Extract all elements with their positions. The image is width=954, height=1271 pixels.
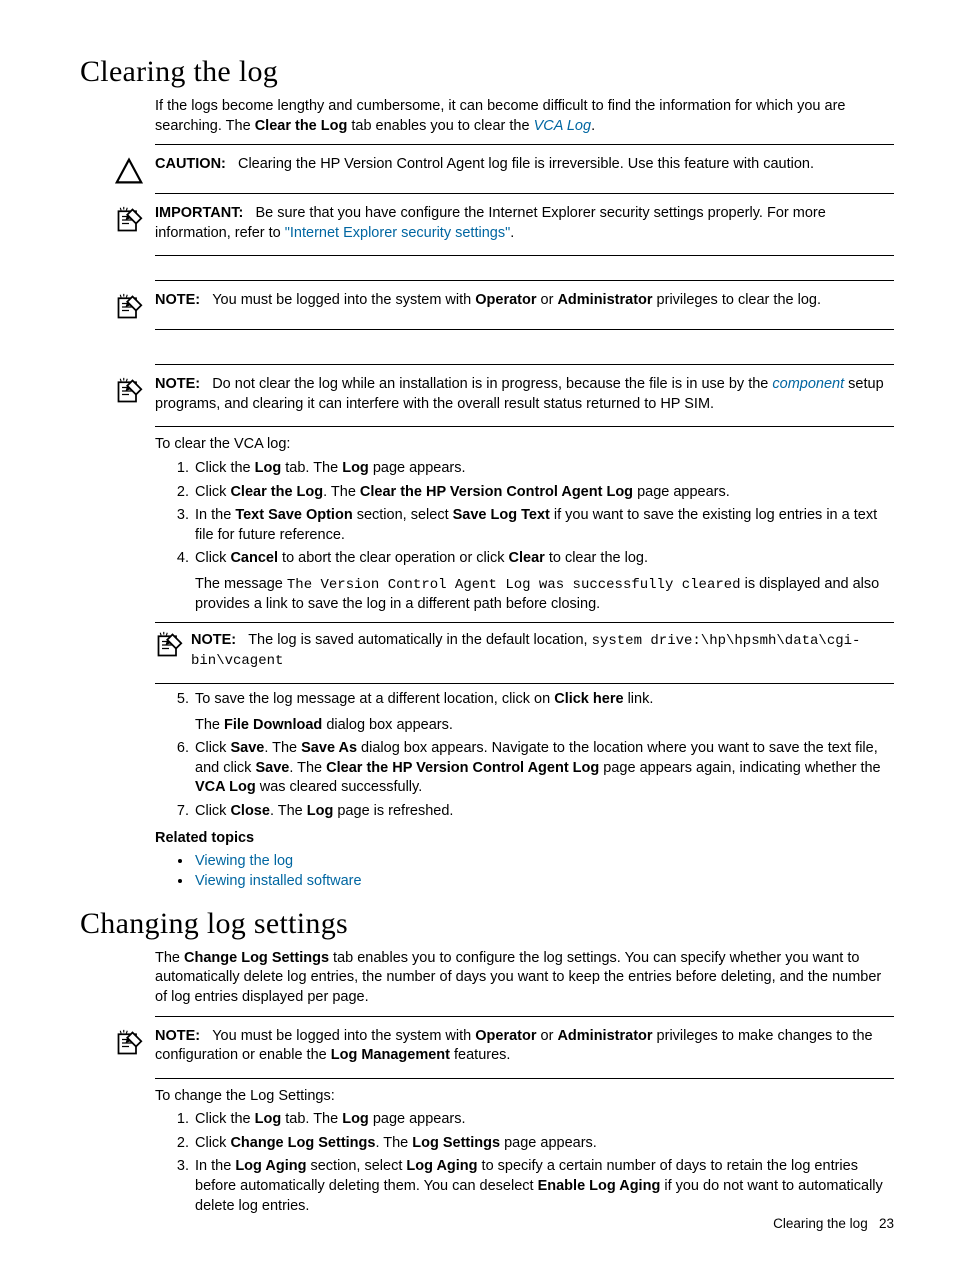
text: . (510, 225, 514, 241)
viewing-software-link[interactable]: Viewing installed software (195, 873, 362, 889)
text: Do not clear the log while an installati… (212, 376, 772, 392)
step-2: Click Clear the Log. The Clear the HP Ve… (193, 483, 894, 503)
to-clear-heading: To clear the VCA log: (155, 435, 894, 455)
divider (155, 144, 894, 145)
related-topics-heading: Related topics (155, 829, 894, 849)
inner-note-callout: NOTE: The log is saved automatically in … (155, 631, 894, 675)
note-label: NOTE: (155, 1028, 200, 1044)
caution-callout: CAUTION: Clearing the HP Version Control… (60, 155, 894, 185)
footer-text: Clearing the log (773, 1216, 868, 1231)
text: You must be logged into the system with (212, 292, 475, 308)
note-icon (115, 1029, 143, 1057)
note-icon (115, 377, 143, 405)
divider (155, 329, 894, 330)
step-4: Click Cancel to abort the clear operatio… (193, 549, 894, 684)
note1-callout: NOTE: You must be logged into the system… (60, 291, 894, 321)
component-link[interactable]: component (772, 376, 844, 392)
step-2: Click Change Log Settings. The Log Setti… (193, 1134, 894, 1154)
step-7: Click Close. The Log page is refreshed. (193, 802, 894, 822)
divider (155, 683, 894, 684)
ie-security-link[interactable]: "Internet Explorer security settings" (285, 225, 510, 241)
code-text: The Version Control Agent Log was succes… (287, 577, 741, 593)
page-footer: Clearing the log 23 (773, 1216, 894, 1231)
steps-list-2: Click the Log tab. The Log page appears.… (155, 1110, 894, 1216)
steps-list: Click the Log tab. The Log page appears.… (155, 459, 894, 821)
divider (155, 193, 894, 194)
note-callout: NOTE: You must be logged into the system… (60, 1027, 894, 1070)
step-3: In the Text Save Option section, select … (193, 506, 894, 545)
divider (155, 1078, 894, 1079)
divider (155, 280, 894, 281)
divider (155, 255, 894, 256)
related-topics-list: Viewing the log Viewing installed softwa… (155, 853, 894, 889)
caution-icon (115, 157, 143, 185)
step-3: In the Log Aging section, select Log Agi… (193, 1157, 894, 1216)
list-item: Viewing the log (193, 853, 894, 869)
divider (155, 364, 894, 365)
page: Clearing the log If the logs become leng… (0, 0, 954, 1271)
page-number: 23 (879, 1216, 894, 1231)
note-label: NOTE: (155, 292, 200, 308)
note-label: NOTE: (155, 376, 200, 392)
list-item: Viewing installed software (193, 873, 894, 889)
text-bold: Operator (475, 292, 536, 308)
vca-log-link[interactable]: VCA Log (534, 118, 592, 134)
text: tab enables you to clear the (347, 118, 533, 134)
section1-title: Clearing the log (80, 55, 894, 89)
section1-intro: If the logs become lengthy and cumbersom… (155, 97, 894, 136)
caution-text: Clearing the HP Version Control Agent lo… (238, 156, 814, 172)
important-callout: IMPORTANT: Be sure that you have configu… (60, 204, 894, 247)
step-6: Click Save. The Save As dialog box appea… (193, 739, 894, 798)
divider (155, 622, 894, 623)
important-icon (115, 206, 143, 234)
section2-title: Changing log settings (80, 907, 894, 941)
note-icon (115, 293, 143, 321)
step-1: Click the Log tab. The Log page appears. (193, 459, 894, 479)
section2-intro: The Change Log Settings tab enables you … (155, 949, 894, 1008)
note-label: NOTE: (191, 632, 236, 648)
text-bold: Administrator (557, 292, 652, 308)
step-5: To save the log message at a different l… (193, 690, 894, 735)
divider (155, 1016, 894, 1017)
important-label: IMPORTANT: (155, 205, 243, 221)
to-change-heading: To change the Log Settings: (155, 1087, 894, 1107)
text: The log is saved automatically in the de… (248, 632, 591, 648)
caution-label: CAUTION: (155, 156, 226, 172)
viewing-log-link[interactable]: Viewing the log (195, 853, 293, 869)
text: privileges to clear the log. (653, 292, 821, 308)
text-bold: Clear the Log (255, 118, 348, 134)
note2-callout: NOTE: Do not clear the log while an inst… (60, 375, 894, 418)
text: The message (195, 576, 287, 592)
step-1: Click the Log tab. The Log page appears. (193, 1110, 894, 1130)
text: or (537, 292, 558, 308)
note-icon (155, 631, 183, 659)
divider (155, 426, 894, 427)
text: . (591, 118, 595, 134)
